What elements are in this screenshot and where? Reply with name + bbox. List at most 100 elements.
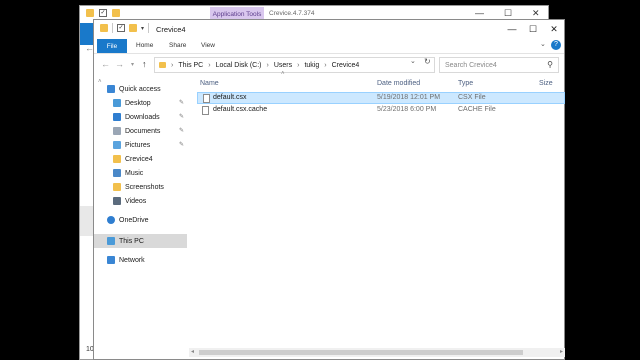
nav-label: Network bbox=[119, 256, 145, 264]
column-header-name[interactable]: Name bbox=[200, 80, 219, 87]
new-folder-icon[interactable] bbox=[129, 24, 137, 32]
scroll-right-icon[interactable]: ▸ bbox=[560, 348, 563, 355]
refresh-icon[interactable]: ↻ bbox=[424, 57, 431, 66]
nav-quick-access[interactable]: Quick access bbox=[94, 82, 187, 96]
background-window-title: Crevice.4.7.374 bbox=[269, 10, 315, 17]
breadcrumb-users[interactable]: Users bbox=[274, 62, 292, 69]
breadcrumb-local-disk[interactable]: Local Disk (C:) bbox=[216, 62, 262, 69]
pin-icon[interactable]: ✎ bbox=[179, 99, 184, 106]
chevron-right-icon[interactable]: › bbox=[171, 62, 173, 69]
nav-this-pc[interactable]: This PC bbox=[94, 234, 187, 248]
file-date: 5/19/2018 12:01 PM bbox=[377, 94, 441, 101]
search-icon[interactable]: ⚲ bbox=[547, 60, 553, 69]
address-row: ← → ▾ ↑ › This PC › Local Disk (C:) › Us… bbox=[94, 54, 564, 76]
videos-icon bbox=[113, 197, 121, 205]
nav-onedrive[interactable]: OneDrive bbox=[94, 213, 187, 227]
horizontal-scrollbar[interactable]: ◂ ▸ bbox=[189, 348, 565, 357]
documents-icon bbox=[113, 127, 121, 135]
tab-view[interactable]: View bbox=[201, 42, 215, 49]
tab-share[interactable]: Share bbox=[169, 42, 186, 49]
chevron-right-icon[interactable]: › bbox=[267, 62, 269, 69]
up-icon[interactable]: ↑ bbox=[142, 59, 147, 69]
chevron-right-icon[interactable]: › bbox=[297, 62, 299, 69]
background-quick-access-toolbar: ✓ bbox=[86, 9, 120, 17]
customize-toolbar-icon[interactable]: ▾ bbox=[141, 25, 144, 32]
nav-screenshots[interactable]: Screenshots bbox=[94, 180, 187, 194]
recent-locations-icon[interactable]: ▾ bbox=[131, 61, 134, 68]
maximize-icon[interactable]: ☐ bbox=[522, 21, 544, 37]
pin-icon[interactable]: ✎ bbox=[179, 141, 184, 148]
tab-home[interactable]: Home bbox=[136, 42, 153, 49]
nav-documents[interactable]: Documents ✎ bbox=[94, 124, 187, 138]
music-icon bbox=[113, 169, 121, 177]
nav-label: Desktop bbox=[125, 99, 151, 107]
close-icon[interactable]: ✕ bbox=[532, 8, 540, 19]
nav-downloads[interactable]: Downloads ✎ bbox=[94, 110, 187, 124]
file-row-default-csx[interactable]: default.csx 5/19/2018 12:01 PM CSX File bbox=[197, 92, 565, 104]
expand-ribbon-icon[interactable]: ⌄ bbox=[540, 40, 546, 48]
pictures-icon bbox=[113, 141, 121, 149]
computer-icon bbox=[107, 237, 115, 245]
quick-access-toolbar: ✓ ▾ bbox=[100, 23, 150, 33]
scrollbar-thumb[interactable] bbox=[199, 350, 523, 355]
column-header-size[interactable]: Size bbox=[539, 80, 553, 87]
forward-icon[interactable]: → bbox=[115, 59, 124, 69]
file-name: default.csx.cache bbox=[213, 106, 268, 113]
maximize-icon[interactable]: ☐ bbox=[504, 8, 512, 19]
pin-icon[interactable]: ✎ bbox=[179, 127, 184, 134]
folder-icon bbox=[159, 62, 166, 68]
column-header-type[interactable]: Type bbox=[458, 80, 473, 87]
titlebar[interactable]: ✓ ▾ Crevice4 — ☐ ✕ bbox=[94, 20, 564, 38]
nav-label: Crevice4 bbox=[125, 155, 153, 163]
file-icon bbox=[202, 106, 209, 115]
close-icon[interactable]: ✕ bbox=[543, 21, 565, 37]
help-icon[interactable]: ? bbox=[551, 40, 561, 50]
file-row-default-csx-cache[interactable]: default.csx.cache 5/23/2018 6:00 PM CACH… bbox=[197, 105, 565, 117]
address-bar[interactable]: › This PC › Local Disk (C:) › Users › tu… bbox=[154, 57, 435, 73]
network-icon bbox=[107, 256, 115, 264]
nav-pictures[interactable]: Pictures ✎ bbox=[94, 138, 187, 152]
toolbar-divider bbox=[112, 23, 113, 33]
file-icon bbox=[203, 94, 210, 103]
nav-crevice4[interactable]: Crevice4 bbox=[94, 152, 187, 166]
window-title: Crevice4 bbox=[156, 25, 186, 34]
breadcrumb-tukig[interactable]: tukig bbox=[304, 62, 319, 69]
chevron-right-icon[interactable]: › bbox=[208, 62, 210, 69]
nav-desktop[interactable]: Desktop ✎ bbox=[94, 96, 187, 110]
nav-label: Videos bbox=[125, 197, 147, 205]
tab-file[interactable]: File bbox=[97, 39, 127, 53]
column-header-date[interactable]: Date modified bbox=[377, 80, 420, 87]
scroll-left-icon[interactable]: ◂ bbox=[191, 348, 194, 355]
back-icon[interactable]: ← bbox=[101, 59, 110, 69]
address-dropdown-icon[interactable]: ⌄ bbox=[410, 57, 416, 65]
nav-label: Screenshots bbox=[125, 183, 164, 191]
downloads-icon bbox=[113, 113, 121, 121]
nav-label: This PC bbox=[119, 237, 144, 245]
file-explorer-window[interactable]: ✓ ▾ Crevice4 — ☐ ✕ File Home Share View … bbox=[93, 19, 565, 360]
sort-indicator-icon: ˄ bbox=[281, 71, 285, 77]
pin-icon[interactable]: ✎ bbox=[179, 113, 184, 120]
folder-icon bbox=[113, 155, 121, 163]
search-input[interactable]: Search Crevice4 ⚲ bbox=[439, 57, 559, 73]
cloud-icon bbox=[107, 216, 115, 224]
desktop-icon bbox=[113, 99, 121, 107]
properties-icon[interactable]: ✓ bbox=[117, 24, 125, 32]
file-type: CSX File bbox=[458, 94, 486, 101]
properties-icon[interactable]: ✓ bbox=[99, 9, 107, 17]
nav-label: Pictures bbox=[125, 141, 151, 149]
folder-icon bbox=[86, 9, 94, 17]
nav-network[interactable]: Network bbox=[94, 253, 187, 267]
file-list: ˄ Name Date modified Type Size default.c… bbox=[197, 71, 565, 360]
minimize-icon[interactable]: — bbox=[501, 21, 523, 37]
chevron-right-icon[interactable]: › bbox=[324, 62, 326, 69]
nav-music[interactable]: Music bbox=[94, 166, 187, 180]
navigation-pane: ˄ Quick access Desktop ✎ Downloads ✎ Doc… bbox=[94, 77, 189, 360]
nav-videos[interactable]: Videos bbox=[94, 194, 187, 208]
toolbar-divider bbox=[148, 23, 150, 33]
nav-label: Music bbox=[125, 169, 144, 177]
new-folder-icon[interactable] bbox=[112, 9, 120, 17]
breadcrumb-this-pc[interactable]: This PC bbox=[178, 62, 203, 69]
breadcrumb-crevice4[interactable]: Crevice4 bbox=[332, 62, 360, 69]
minimize-icon[interactable]: — bbox=[475, 8, 484, 18]
folder-icon bbox=[113, 183, 121, 191]
